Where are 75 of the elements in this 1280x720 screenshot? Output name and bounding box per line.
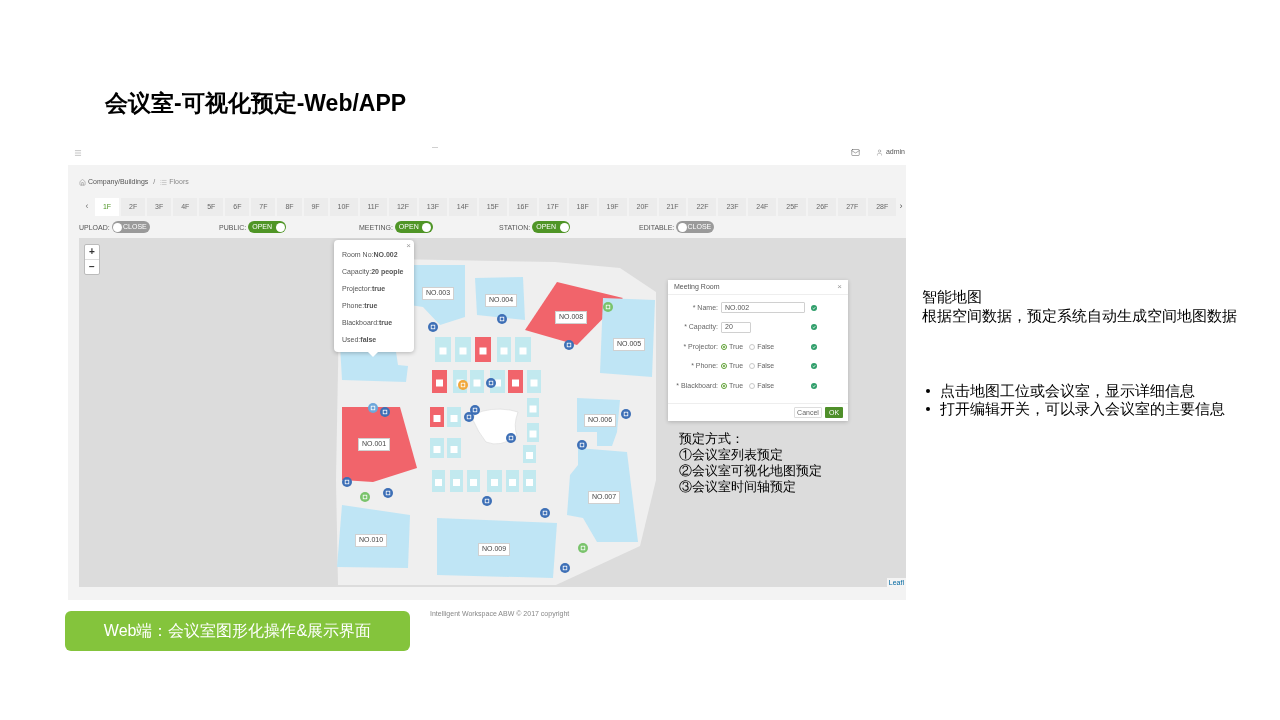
map-marker-icon[interactable] <box>464 412 474 422</box>
map-marker-icon[interactable] <box>560 563 570 573</box>
map-marker-icon[interactable] <box>577 440 587 450</box>
close-button[interactable]: × <box>406 242 411 250</box>
desk-tile[interactable] <box>430 438 444 458</box>
booking-method-text: ③会议室时间轴预定 <box>679 479 796 495</box>
desk-tile[interactable] <box>475 337 491 362</box>
meeting-room-area[interactable] <box>342 407 417 482</box>
desk-tile[interactable] <box>447 407 461 427</box>
switch-knob <box>559 222 569 232</box>
desk-tile[interactable] <box>497 337 511 362</box>
bullet-icon <box>926 389 930 393</box>
bullet-icon <box>926 407 930 411</box>
switch-knob <box>422 222 432 232</box>
map-marker-icon[interactable] <box>482 496 492 506</box>
list-icon <box>160 178 168 186</box>
atrium-shape <box>472 408 519 445</box>
map-marker-icon[interactable] <box>428 322 438 332</box>
map-marker-icon[interactable] <box>458 380 468 390</box>
previous-floors-button[interactable]: ‹ <box>79 198 95 216</box>
bullet-text: 点击地图工位或会议室，显示详细信息 <box>940 382 1195 400</box>
map-marker-icon[interactable] <box>470 405 480 415</box>
desk-tile[interactable] <box>527 423 539 442</box>
desk-tile[interactable] <box>523 445 536 463</box>
slide-title: 会议室-可视化预定-Web/APP <box>105 89 407 118</box>
desk-tile[interactable] <box>455 337 471 362</box>
map-marker-icon[interactable] <box>506 433 516 443</box>
map-marker-icon[interactable] <box>578 543 588 553</box>
desk-tile[interactable] <box>430 407 444 427</box>
close-button[interactable]: × <box>837 283 842 291</box>
floor-map[interactable] <box>79 238 906 587</box>
notes-title: 智能地图 <box>922 287 982 306</box>
bullet-text: 打开编辑开关，可以录入会议室的主要信息 <box>940 400 1225 418</box>
map-marker-icon[interactable] <box>383 488 393 498</box>
desk-tile[interactable] <box>470 370 484 393</box>
switch-knob <box>275 222 285 232</box>
map-marker-icon[interactable] <box>603 302 613 312</box>
user-icon <box>875 149 883 156</box>
menu-icon[interactable] <box>74 148 82 157</box>
map-marker-icon[interactable] <box>540 508 550 518</box>
desk-tile[interactable] <box>450 470 463 492</box>
desk-tile[interactable] <box>432 470 445 492</box>
switch-knob <box>677 222 687 232</box>
popup-pointer <box>368 352 378 357</box>
desk-tile[interactable] <box>447 438 461 458</box>
desk-tile[interactable] <box>515 337 531 362</box>
desk-tile[interactable] <box>527 370 541 393</box>
caption-banner: Web端：会议室图形化操作&展示界面 <box>65 611 410 651</box>
desk-tile[interactable] <box>508 370 523 393</box>
map-marker-icon[interactable] <box>564 340 574 350</box>
map-marker-icon[interactable] <box>380 407 390 417</box>
map-marker-icon[interactable] <box>621 409 631 419</box>
booking-method-text: ①会议室列表预定 <box>679 447 783 463</box>
desk-tile[interactable] <box>506 470 519 492</box>
booking-method-text: ②会议室可视化地图预定 <box>679 463 822 479</box>
switch-knob <box>113 222 123 232</box>
home-icon <box>79 178 86 186</box>
desk-tile[interactable] <box>527 398 539 417</box>
map-marker-icon[interactable] <box>360 492 370 502</box>
map-marker-icon[interactable] <box>497 314 507 324</box>
zoom-in-button[interactable]: + <box>85 245 99 260</box>
desk-tile[interactable] <box>467 470 480 492</box>
desk-tile[interactable] <box>487 470 502 492</box>
map-marker-icon[interactable] <box>486 378 496 388</box>
desk-tile[interactable] <box>523 470 536 492</box>
booking-methods-title: 预定方式： <box>679 431 744 447</box>
next-floors-button[interactable]: › <box>896 198 906 216</box>
meeting-room-area[interactable] <box>337 505 410 568</box>
map-marker-icon[interactable] <box>368 403 378 413</box>
desk-tile[interactable] <box>435 337 451 362</box>
zoom-out-button[interactable]: − <box>85 259 99 274</box>
desk-tile[interactable] <box>432 370 447 393</box>
notes-description: 根据空间数据，预定系统自动生成空间地图数据 <box>922 306 1237 325</box>
mail-icon[interactable] <box>850 148 860 157</box>
map-marker-icon[interactable] <box>342 477 352 487</box>
